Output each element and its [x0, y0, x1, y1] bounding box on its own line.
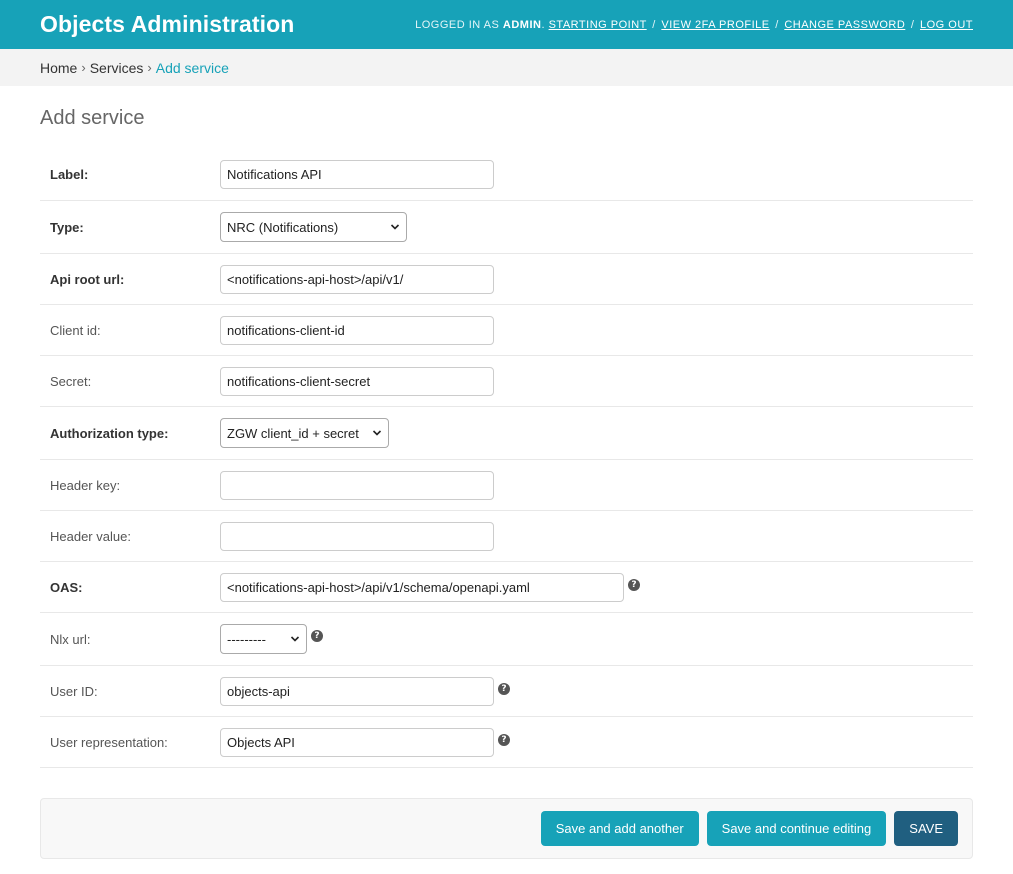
header-value-label: Header value: — [50, 528, 131, 544]
logged-in-label: LOGGED IN AS — [415, 18, 500, 31]
form-row-oas: OAS: ? — [40, 562, 973, 613]
api-root-url-input[interactable] — [220, 264, 494, 294]
chevron-down-icon — [390, 224, 400, 230]
breadcrumb: Home › Services › Add service — [0, 49, 1013, 86]
separator: / — [910, 18, 915, 31]
header: Objects Administration LOGGED IN AS ADMI… — [0, 0, 1013, 49]
form-row-api-root-url: Api root url: — [40, 254, 973, 305]
starting-point-link[interactable]: STARTING POINT — [549, 19, 647, 31]
help-icon[interactable]: ? — [628, 578, 640, 591]
secret-input[interactable] — [220, 366, 494, 396]
separator: / — [652, 18, 656, 31]
save-button[interactable]: SAVE — [894, 811, 958, 846]
label-field-label: Label: — [50, 167, 89, 182]
breadcrumb-home[interactable]: Home — [40, 60, 77, 76]
help-icon[interactable]: ? — [498, 733, 510, 746]
content: Add service Label: Type: NRC (Notificati… — [0, 107, 1013, 859]
username: ADMIN — [502, 18, 542, 31]
api-root-url-label: Api root url: — [50, 271, 125, 287]
form-row-header-value: Header value: — [40, 511, 973, 562]
authorization-type-label: Authorization type: — [50, 425, 169, 441]
type-select-value: NRC (Notifications) — [227, 219, 339, 235]
site-branding[interactable]: Objects Administration — [40, 11, 294, 38]
client-id-label: Client id: — [50, 322, 101, 338]
form-row-secret: Secret: — [40, 356, 973, 407]
page-title: Add service — [40, 107, 145, 129]
nlx-url-select[interactable]: --------- — [220, 624, 307, 654]
breadcrumb-separator: › — [81, 60, 86, 75]
user-id-input[interactable] — [220, 676, 494, 706]
user-representation-label: User representation: — [50, 734, 168, 750]
form-row-label: Label: — [40, 149, 973, 201]
header-key-input[interactable] — [220, 470, 494, 500]
authorization-type-select[interactable]: ZGW client_id + secret — [220, 418, 389, 448]
header-key-label: Header key: — [50, 477, 121, 493]
oas-input[interactable] — [220, 572, 624, 602]
authorization-type-value: ZGW client_id + secret — [227, 425, 359, 441]
form-row-type: Type: NRC (Notifications) — [40, 201, 973, 254]
help-icon[interactable]: ? — [498, 682, 510, 695]
view-2fa-profile-link[interactable]: VIEW 2FA PROFILE — [661, 19, 769, 31]
separator: / — [775, 18, 779, 31]
type-select[interactable]: NRC (Notifications) — [220, 212, 407, 242]
save-and-continue-button[interactable]: Save and continue editing — [706, 811, 887, 846]
help-icon[interactable]: ? — [311, 630, 323, 642]
nlx-url-value: --------- — [227, 631, 266, 647]
submit-row: Save and add another Save and continue e… — [40, 798, 973, 859]
label-input[interactable] — [220, 160, 494, 189]
type-field-label: Type: — [50, 219, 84, 235]
form-row-nlx-url: Nlx url: --------- ? — [40, 613, 973, 666]
user-tools: LOGGED IN AS ADMIN. STARTING POINT / VIE… — [415, 18, 973, 31]
secret-label: Secret: — [50, 373, 92, 389]
change-password-link[interactable]: CHANGE PASSWORD — [784, 19, 905, 31]
header-value-input[interactable] — [220, 521, 494, 551]
breadcrumb-current: Add service — [155, 59, 229, 76]
oas-label: OAS: — [50, 579, 83, 595]
form-row-user-id: User ID: ? — [40, 666, 973, 717]
chevron-down-icon — [290, 636, 300, 642]
user-representation-input[interactable] — [220, 727, 494, 757]
user-id-label: User ID: — [50, 683, 98, 699]
form-row-header-key: Header key: — [40, 460, 973, 511]
form-row-client-id: Client id: — [40, 305, 973, 356]
breadcrumb-services[interactable]: Services — [90, 60, 144, 76]
client-id-input[interactable] — [220, 315, 494, 345]
form-row-user-representation: User representation: ? — [40, 717, 973, 768]
service-form: Label: Type: NRC (Notifications) Api roo… — [40, 149, 973, 768]
save-and-add-another-button[interactable]: Save and add another — [540, 811, 699, 846]
nlx-url-label: Nlx url: — [50, 631, 91, 647]
form-row-authorization-type: Authorization type: ZGW client_id + secr… — [40, 407, 973, 460]
log-out-link[interactable]: LOG OUT — [920, 19, 973, 31]
chevron-down-icon — [372, 430, 382, 436]
breadcrumb-separator: › — [147, 60, 152, 75]
